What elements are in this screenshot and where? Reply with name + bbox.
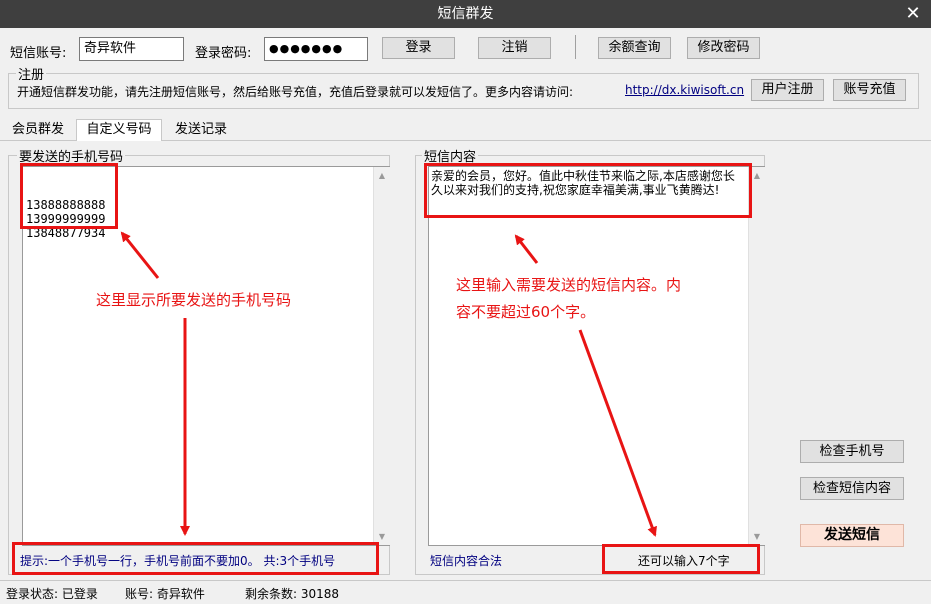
status-remaining: 剩余条数: 30188 bbox=[245, 587, 340, 601]
check-phone-button[interactable]: 检查手机号 bbox=[800, 440, 904, 463]
annotation-arrows bbox=[120, 231, 657, 537]
status-account: 账号: 奇异软件 bbox=[125, 587, 205, 601]
arrow-to-phones bbox=[120, 231, 160, 279]
arrow-to-remaining bbox=[578, 329, 657, 537]
status-login-state: 登录状态: 已登录 bbox=[6, 587, 98, 601]
check-content-button[interactable]: 检查短信内容 bbox=[800, 477, 904, 500]
arrow-to-sms bbox=[514, 234, 539, 264]
status-divider bbox=[0, 580, 931, 581]
send-sms-button[interactable]: 发送短信 bbox=[800, 524, 904, 547]
